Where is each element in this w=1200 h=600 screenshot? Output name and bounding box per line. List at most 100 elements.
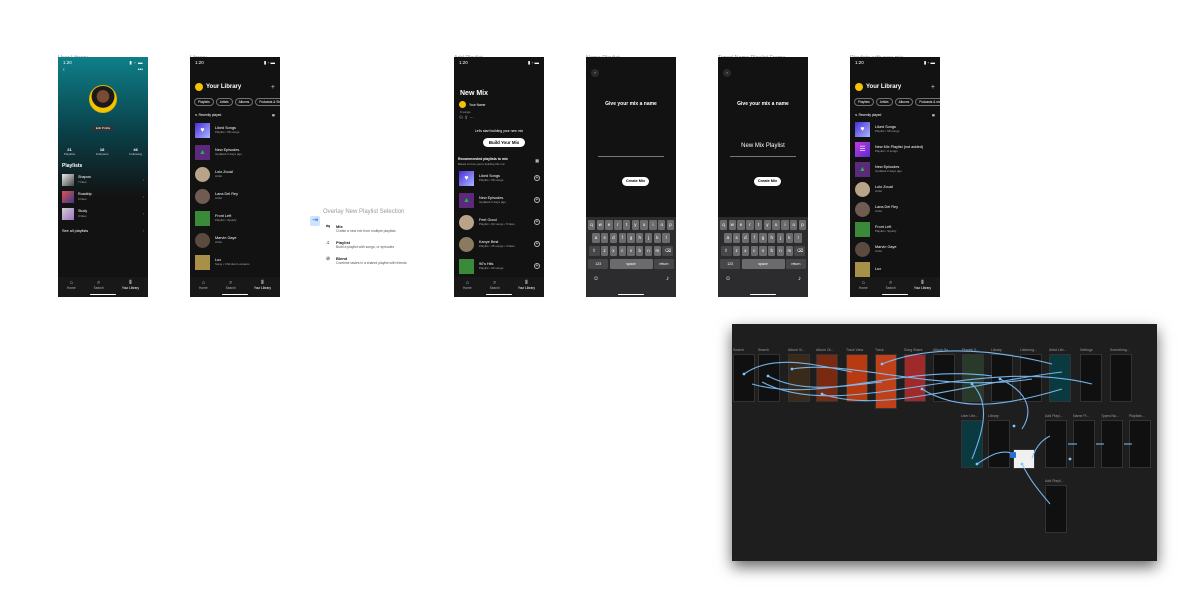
space-key[interactable]: space xyxy=(741,259,785,269)
add-circle-icon[interactable]: + xyxy=(534,197,540,203)
tab-home[interactable]: ⌂ Home xyxy=(859,280,868,290)
chip-albums[interactable]: Albums xyxy=(234,98,254,107)
tab-your-library[interactable]: ⫴ Your Library xyxy=(518,280,535,290)
list-item[interactable]: Lux xyxy=(855,261,936,277)
numbers-key[interactable]: 123 xyxy=(720,259,741,269)
key[interactable]: f xyxy=(618,233,626,243)
tab-your-library[interactable]: ⫴ Your Library xyxy=(254,280,271,290)
avatar[interactable] xyxy=(459,101,466,108)
key[interactable]: t xyxy=(622,220,631,230)
tab-search[interactable]: ⌕ Search xyxy=(94,280,104,290)
key[interactable]: c xyxy=(618,246,626,256)
name-input[interactable]: New Mix Playlist xyxy=(718,143,808,149)
key[interactable]: s xyxy=(732,233,741,243)
key[interactable]: n xyxy=(776,246,785,256)
key[interactable]: q xyxy=(587,220,596,230)
key[interactable]: e xyxy=(605,220,613,230)
key[interactable]: c xyxy=(750,246,758,256)
key[interactable]: d xyxy=(741,233,750,243)
sort-button[interactable]: ⇅ Recently played xyxy=(195,113,221,117)
key[interactable]: i xyxy=(781,220,789,230)
share-icon[interactable]: ⇪ xyxy=(464,115,468,120)
key[interactable]: w xyxy=(728,220,736,230)
return-key[interactable]: return xyxy=(653,259,674,269)
more-icon[interactable]: ••• xyxy=(138,67,143,73)
overlay-option-blend[interactable]: ⊘ Blend Combine tastes in a shared playlis… xyxy=(326,256,407,265)
more-icon[interactable]: ⋯ xyxy=(469,115,474,120)
list-item[interactable]: Lux Song • Christian Lussiano xyxy=(195,254,276,270)
key[interactable]: o xyxy=(790,220,798,230)
avatar[interactable] xyxy=(855,83,863,91)
grid-icon[interactable]: ▦ xyxy=(932,113,935,117)
list-item[interactable]: 90's Hits Playlist • 90 songs + xyxy=(459,258,540,274)
key[interactable]: r xyxy=(614,220,622,230)
add-user-icon[interactable]: ⚇ xyxy=(459,115,463,120)
list-item[interactable]: Lolo Zouaï Artist xyxy=(855,181,936,197)
create-mix-button[interactable]: Create Mix xyxy=(754,177,781,186)
delete-key[interactable]: ⌫ xyxy=(794,246,806,256)
playlist-row[interactable]: Shapow 7 likes › xyxy=(62,173,144,186)
key[interactable]: x xyxy=(741,246,750,256)
key[interactable]: y xyxy=(631,220,640,230)
tab-home[interactable]: ⌂ Home xyxy=(67,280,76,290)
key[interactable]: a xyxy=(724,233,732,243)
microphone-icon[interactable]: ♪ xyxy=(798,276,801,282)
chip-albums[interactable]: Albums xyxy=(894,98,914,107)
key[interactable]: j xyxy=(776,233,785,243)
list-item[interactable]: Marvin Gaye Artist xyxy=(855,241,936,257)
key[interactable]: p xyxy=(798,220,807,230)
chip-artists[interactable]: Artists xyxy=(215,98,233,107)
key[interactable]: p xyxy=(666,220,675,230)
chip-podcasts[interactable]: Podcasts & shows xyxy=(915,98,940,107)
key[interactable]: o xyxy=(658,220,666,230)
chip-podcasts[interactable]: Podcasts & Shows xyxy=(255,98,280,107)
list-item[interactable]: Front Left Playlist • Spotify xyxy=(855,221,936,237)
grid-icon[interactable]: ▦ xyxy=(535,158,539,163)
overlay-option-mix[interactable]: ⇆ Mix Create a new mix from multiple playl… xyxy=(326,224,396,233)
key[interactable]: k xyxy=(653,233,662,243)
chip-playlists[interactable]: Playlists xyxy=(854,98,874,107)
plus-icon[interactable]: + xyxy=(271,84,275,91)
key[interactable]: u xyxy=(772,220,780,230)
key[interactable]: n xyxy=(644,246,653,256)
list-item[interactable]: ▲ New Episodes Updated 2 days ago + xyxy=(459,192,540,208)
tab-your-library[interactable]: ⫴ Your Library xyxy=(122,280,139,290)
list-item[interactable]: Feel Good Playlist • 62 songs • 5 likes + xyxy=(459,214,540,230)
list-item[interactable]: Kanye Best Playlist • 45 songs • 3 likes + xyxy=(459,236,540,252)
avatar[interactable] xyxy=(89,85,117,113)
back-icon[interactable]: ‹ xyxy=(723,69,731,77)
shift-key[interactable]: ⇧ xyxy=(588,246,600,256)
back-icon[interactable]: ‹ xyxy=(591,69,599,77)
playlist-row[interactable]: Roadtrip 0 likes › xyxy=(62,190,144,203)
list-item[interactable]: ♥ Liked Songs Playlist • 58 songs xyxy=(195,122,276,138)
stat-followers[interactable]: 18 Followers xyxy=(96,147,109,156)
key[interactable]: j xyxy=(644,233,653,243)
overlay-option-playlist[interactable]: ♫ Playlist Build a playlist with songs, or… xyxy=(326,240,394,249)
key[interactable]: i xyxy=(649,220,657,230)
key[interactable]: k xyxy=(785,233,794,243)
prototype-flow-overview[interactable]: Search Search Album Vi... Album Cli... T… xyxy=(732,324,1157,561)
list-item-new-mix[interactable]: ☰ New Mix Playlist (not added) Playlist • … xyxy=(855,141,936,157)
list-item[interactable]: ▲ New Episodes Updated 2 days ago xyxy=(195,144,276,160)
list-item[interactable]: Front Left Playlist • Spotify xyxy=(195,210,276,226)
key[interactable]: s xyxy=(600,233,609,243)
key[interactable]: z xyxy=(732,246,741,256)
tab-search[interactable]: ⌕ Search xyxy=(226,280,236,290)
numbers-key[interactable]: 123 xyxy=(588,259,609,269)
create-mix-button[interactable]: Create Mix xyxy=(622,177,649,186)
see-all-playlists[interactable]: See all playlists › xyxy=(62,224,144,237)
add-circle-icon[interactable]: + xyxy=(534,219,540,225)
key[interactable]: h xyxy=(768,233,776,243)
list-item[interactable]: Lana Del Rey Artist xyxy=(855,201,936,217)
edit-profile-button[interactable]: Edit Profile xyxy=(92,126,114,131)
key[interactable]: b xyxy=(636,246,644,256)
chip-artists[interactable]: Artists xyxy=(875,98,893,107)
key[interactable]: f xyxy=(750,233,758,243)
avatar[interactable] xyxy=(195,83,203,91)
add-circle-icon[interactable]: + xyxy=(534,263,540,269)
key[interactable]: a xyxy=(592,233,600,243)
space-key[interactable]: space xyxy=(609,259,653,269)
stat-playlists[interactable]: 21 Playlists xyxy=(64,147,75,156)
return-key[interactable]: return xyxy=(785,259,806,269)
key[interactable]: q xyxy=(719,220,728,230)
